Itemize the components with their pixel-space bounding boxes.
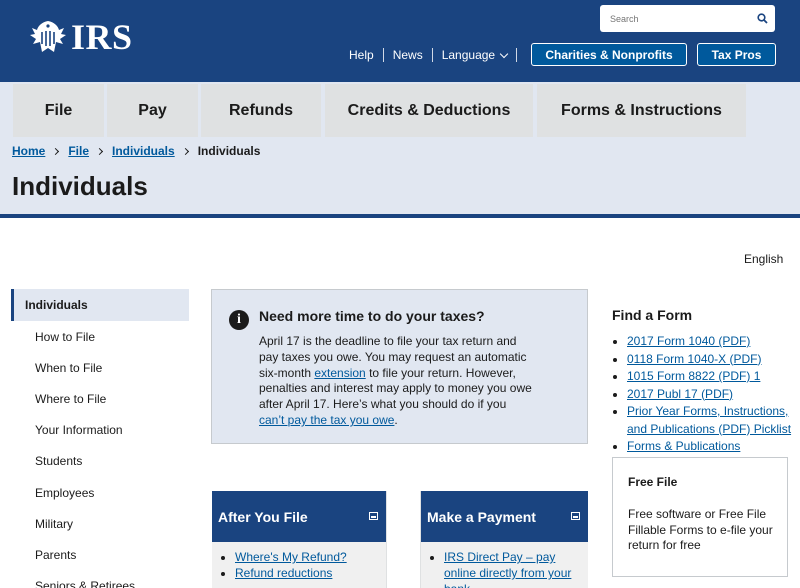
search-icon [757, 13, 768, 24]
form-link[interactable]: Forms & Publications [627, 439, 740, 453]
form-link[interactable]: 2017 Publ 17 (PDF) [627, 387, 733, 401]
list-item: Prior Year Forms, Instructions, and Publ… [627, 403, 798, 438]
nav-tab-credits-deductions[interactable]: Credits & Deductions [325, 84, 533, 137]
breadcrumb-home[interactable]: Home [12, 144, 45, 158]
irs-direct-pay-link[interactable]: IRS Direct Pay – pay online directly fro… [444, 550, 571, 588]
sidebar-item-military[interactable]: Military [11, 508, 189, 539]
list-item: Refund reductions [235, 565, 386, 581]
sidebar-item-seniors-retirees[interactable]: Seniors & Retirees [11, 571, 189, 588]
form-link[interactable]: 2017 Form 1040 (PDF) [627, 334, 750, 348]
card-title: After You File [218, 508, 308, 525]
chevron-right-icon [181, 147, 189, 155]
cant-pay-link[interactable]: can’t pay the tax you owe [259, 413, 394, 427]
nav-tab-pay[interactable]: Pay [107, 84, 198, 137]
alert-title: Need more time to do your taxes? [259, 308, 485, 324]
list-item: 2017 Form 1040 (PDF) [627, 333, 798, 351]
breadcrumb: Home File Individuals Individuals [12, 144, 260, 158]
breadcrumb-individuals[interactable]: Individuals [112, 144, 175, 158]
divider [431, 48, 433, 62]
nav-tab-forms-instructions[interactable]: Forms & Instructions [537, 84, 746, 137]
nav-tab-refunds[interactable]: Refunds [201, 84, 321, 137]
page-title: Individuals [12, 171, 148, 201]
make-a-payment-card-header[interactable]: Make a Payment [421, 491, 588, 542]
list-item: Forms & Publications [627, 438, 798, 456]
language-english-link[interactable]: English [744, 252, 783, 266]
after-you-file-card-header[interactable]: After You File [212, 491, 386, 542]
card-spacer [386, 491, 421, 588]
extension-alert: i Need more time to do your taxes? April… [211, 289, 588, 444]
sidebar-item-your-information[interactable]: Your Information [11, 415, 189, 446]
divider [516, 48, 518, 62]
alert-text: April 17 is the deadline to file your ta… [259, 334, 534, 429]
chevron-down-icon [499, 49, 509, 59]
list-item: IRS Direct Pay – pay online directly fro… [444, 549, 588, 588]
alert-text-part: . [394, 412, 398, 427]
sidebar-item-when-to-file[interactable]: When to File [11, 352, 189, 383]
breadcrumb-file[interactable]: File [68, 144, 89, 158]
card-link-list: Where's My Refund? Refund reductions [212, 542, 386, 581]
chevron-right-icon [52, 147, 60, 155]
refund-reductions-link[interactable]: Refund reductions [235, 566, 332, 580]
help-link[interactable]: Help [340, 48, 383, 62]
search-input[interactable] [600, 5, 745, 32]
sidebar-item-employees[interactable]: Employees [11, 477, 189, 508]
charities-nonprofits-button[interactable]: Charities & Nonprofits [531, 43, 687, 66]
chevron-right-icon [95, 147, 104, 155]
list-item: Where's My Refund? [235, 549, 386, 565]
form-link[interactable]: 0118 Form 1040-X (PDF) [627, 352, 762, 366]
search-button[interactable] [750, 5, 775, 32]
language-menu[interactable]: Language [433, 48, 516, 62]
sidebar-nav: Individuals How to File When to File Whe… [11, 289, 189, 588]
info-icon: i [229, 310, 249, 330]
make-a-payment-card-body: IRS Direct Pay – pay online directly fro… [421, 542, 588, 588]
breadcrumb-current: Individuals [197, 144, 261, 158]
sidebar-item-individuals[interactable]: Individuals [11, 289, 189, 321]
free-file-title: Free File [628, 475, 678, 489]
divider [382, 48, 384, 62]
list-item: 2017 Publ 17 (PDF) [627, 386, 798, 404]
free-file-text: Free software or Free File Fillable Form… [628, 507, 773, 553]
sidebar-item-how-to-file[interactable]: How to File [11, 321, 189, 352]
collapse-icon [369, 512, 378, 520]
form-link[interactable]: Prior Year Forms, Instructions, and Publ… [627, 404, 791, 436]
utility-nav: Help News Language [340, 47, 518, 63]
irs-logo[interactable]: IRS [28, 16, 133, 58]
find-a-form-list: 2017 Form 1040 (PDF) 0118 Form 1040-X (P… [612, 333, 798, 456]
free-file-box: Free File Free software or Free File Fil… [612, 457, 788, 577]
tax-pros-button[interactable]: Tax Pros [697, 43, 776, 66]
sidebar-item-parents[interactable]: Parents [11, 539, 189, 570]
list-item: 1015 Form 8822 (PDF) 1 [627, 368, 798, 386]
nav-tab-file[interactable]: File [13, 84, 104, 137]
card-title: Make a Payment [427, 508, 536, 525]
list-item: 0118 Form 1040-X (PDF) [627, 351, 798, 369]
sidebar-item-where-to-file[interactable]: Where to File [11, 383, 189, 414]
after-you-file-card-body: Where's My Refund? Refund reductions [212, 542, 386, 588]
logo-wordmark: IRS [71, 17, 133, 57]
search-box [600, 5, 775, 32]
eagle-emblem-icon [30, 21, 66, 52]
sidebar-item-students[interactable]: Students [11, 446, 189, 477]
wheres-my-refund-link[interactable]: Where's My Refund? [235, 550, 347, 564]
news-link[interactable]: News [384, 48, 432, 62]
language-label: Language [441, 48, 496, 62]
find-a-form-heading: Find a Form [612, 307, 693, 323]
form-link[interactable]: 1015 Form 8822 (PDF) 1 [627, 369, 760, 383]
header-divider [0, 214, 800, 218]
extension-link[interactable]: extension [314, 366, 365, 380]
collapse-icon [571, 512, 580, 520]
card-link-list: IRS Direct Pay – pay online directly fro… [421, 542, 588, 588]
